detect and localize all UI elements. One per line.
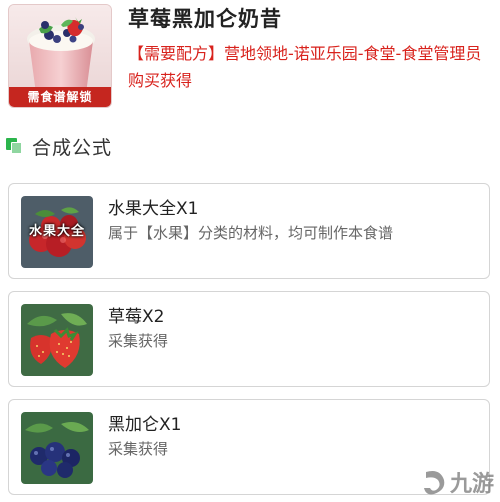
ingredient-card[interactable]: 黑加仑X1 采集获得 [8,399,490,495]
blackcurrant-icon [21,412,93,484]
ingredient-desc: 属于【水果】分类的材料，均可制作本食谱 [108,224,394,242]
watermark: 九游 [420,466,494,498]
ingredient-desc: 采集获得 [108,332,169,350]
mixed-fruit-icon: 水果大全 [21,196,93,268]
section-bullet-icon [6,138,22,154]
section-title: 合成公式 [32,136,113,159]
watermark-text: 九游 [449,472,494,497]
ingredient-card[interactable]: 草莓X2 采集获得 [8,291,490,387]
ingredient-image-label: 水果大全 [28,224,85,239]
recipe-locked-banner: 需食谱解锁 [9,87,111,107]
ingredient-card[interactable]: 水果大全 水果大全X1 属于【水果】分类的材料，均可制作本食谱 [8,183,490,279]
section-heading: 合成公式 [6,133,112,159]
watermark-logo-icon [423,471,445,495]
milkshake-thumbnail: 需食谱解锁 [8,4,112,108]
ingredient-desc: 采集获得 [108,440,169,458]
recipe-header: 需食谱解锁 草莓黑加仑奶昔 【需要配方】营地领地-诺亚乐园-食堂-食堂管理员购买… [0,0,500,112]
ingredient-name: 草莓X2 [108,307,165,327]
ingredient-name: 黑加仑X1 [108,415,182,435]
ingredient-name: 水果大全X1 [108,199,199,219]
recipe-source-text: 【需要配方】营地领地-诺亚乐园-食堂-食堂管理员购买获得 [128,44,482,90]
strawberry-icon [21,304,93,376]
item-title: 草莓黑加仑奶昔 [128,7,282,31]
